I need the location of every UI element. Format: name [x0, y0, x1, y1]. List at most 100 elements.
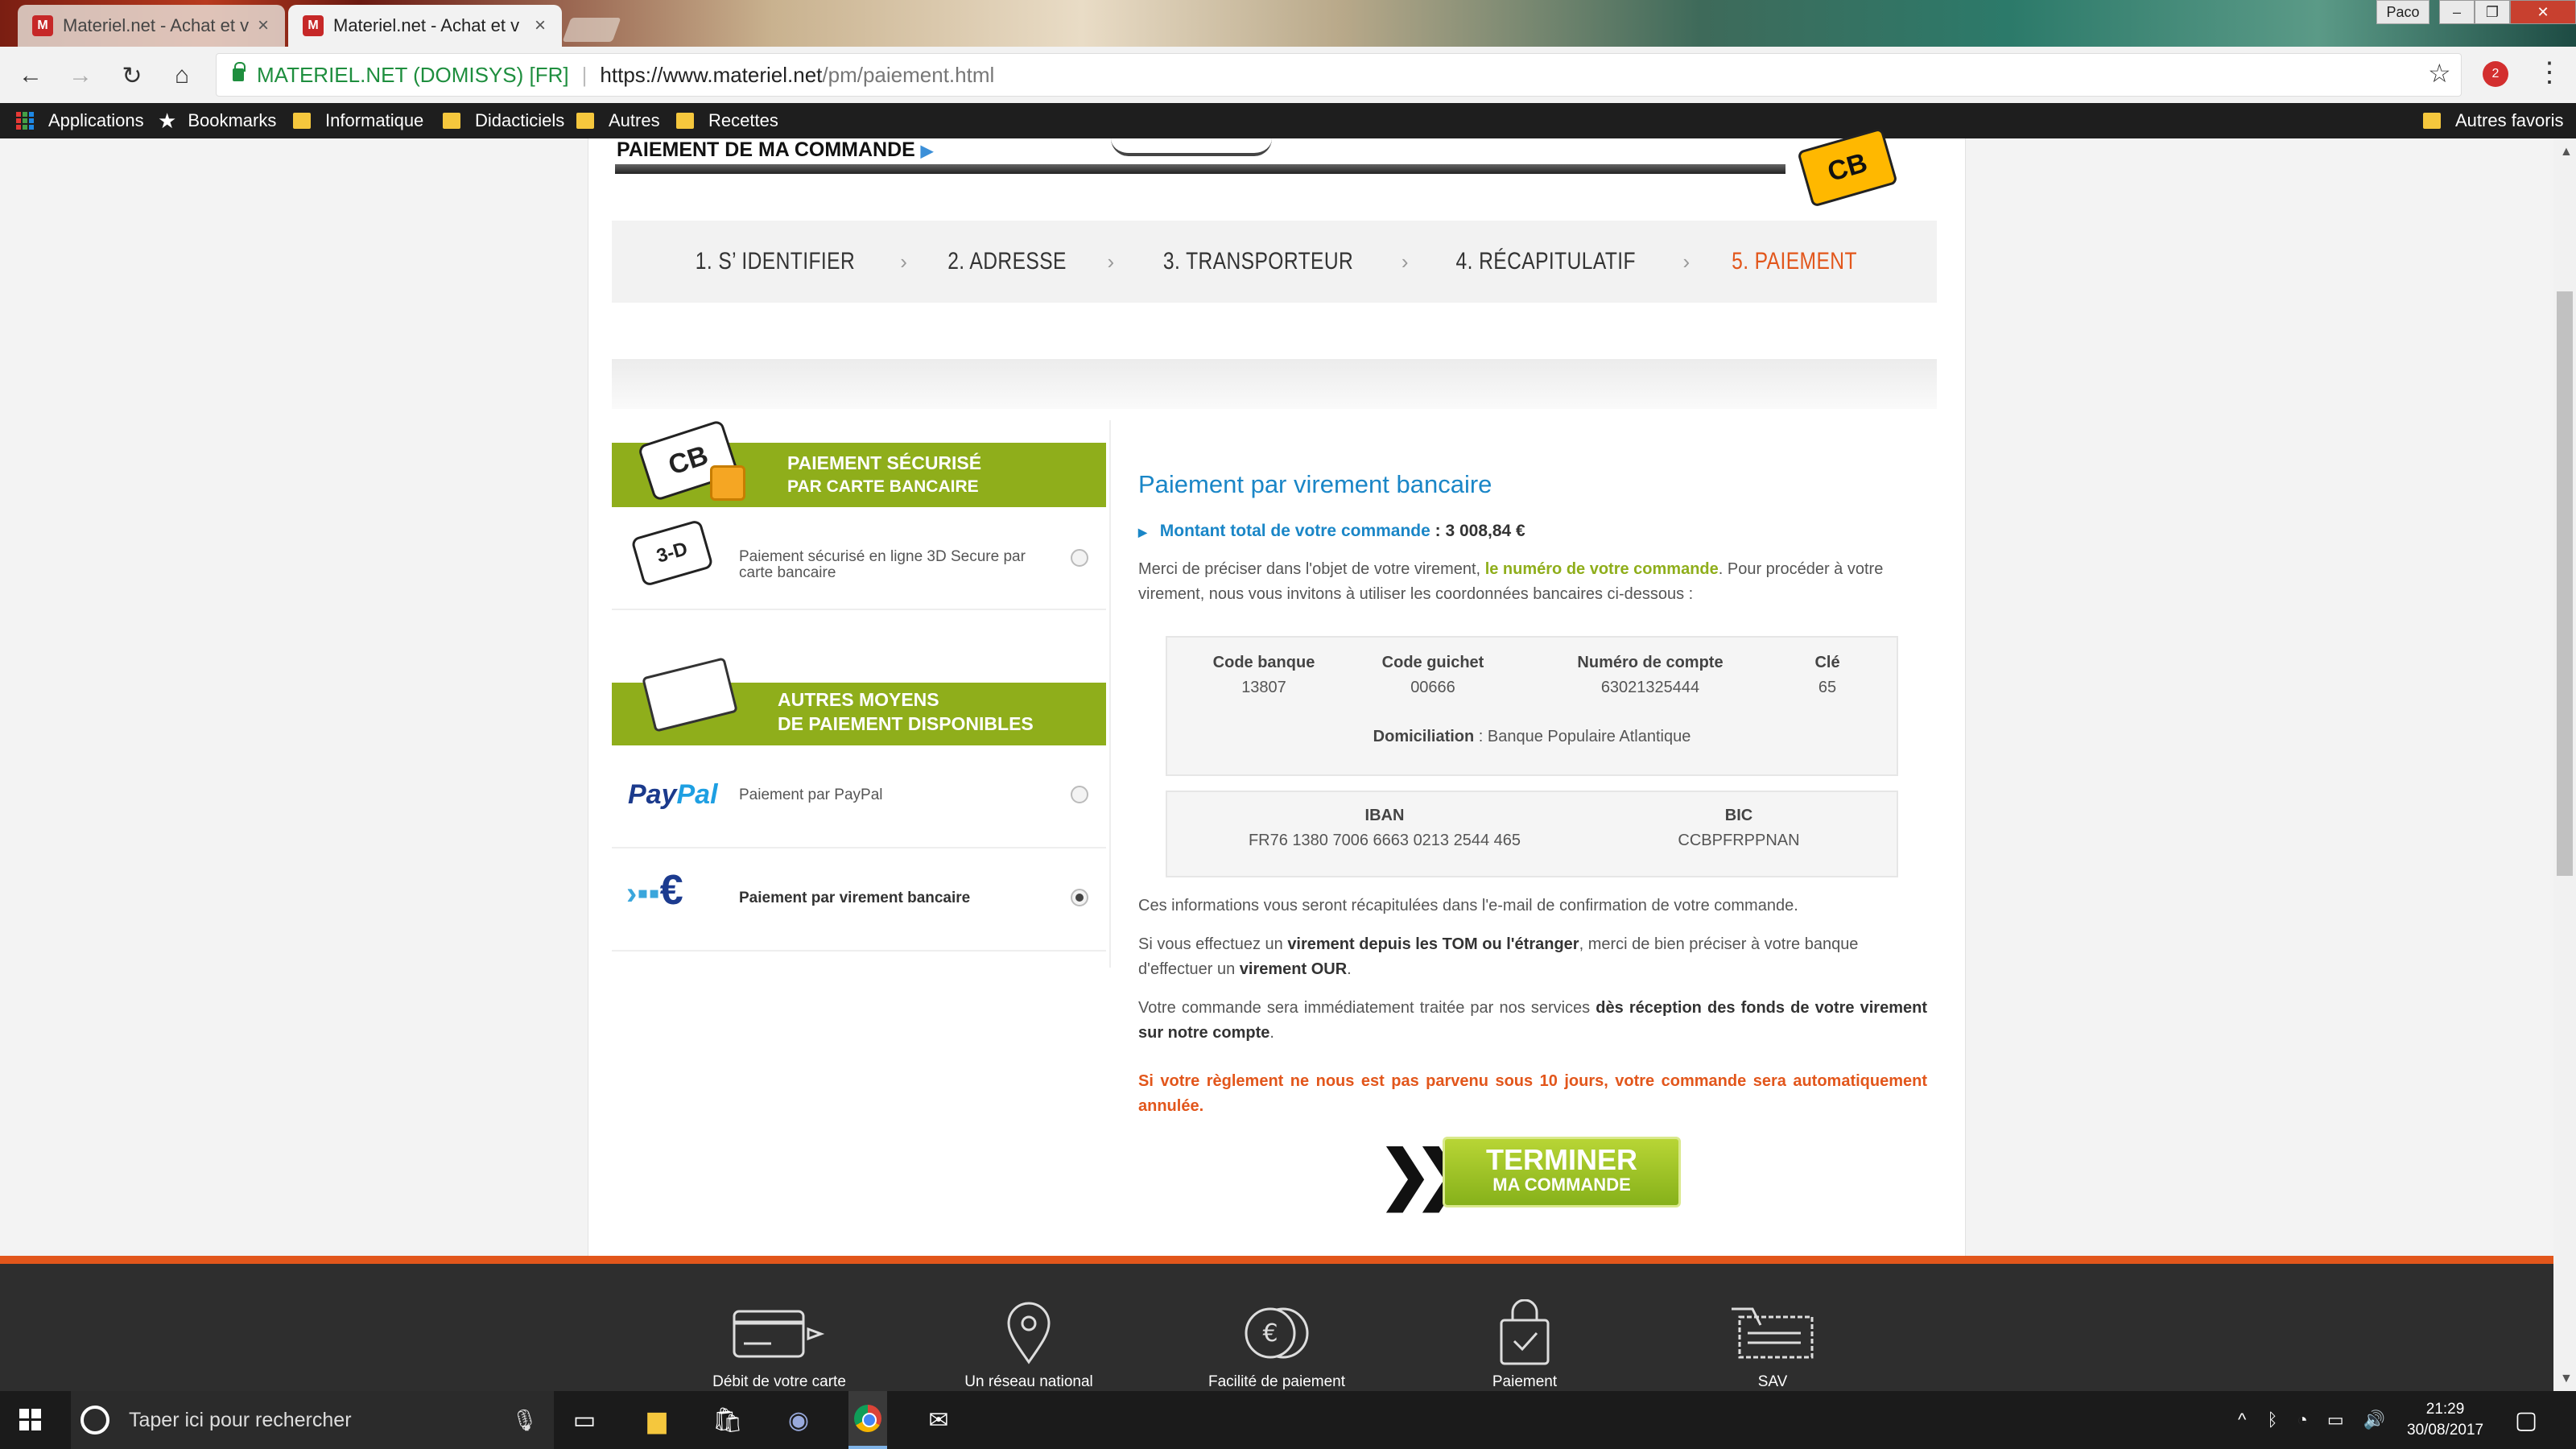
- bookmark-label: Didacticiels: [475, 110, 565, 130]
- volume-icon[interactable]: 🔊: [2363, 1410, 2385, 1430]
- task-view-icon[interactable]: ▭: [565, 1401, 604, 1439]
- transfer-option-label: Paiement par virement bancaire: [739, 890, 971, 906]
- restore-button[interactable]: ❐: [2475, 0, 2510, 24]
- back-icon[interactable]: ←: [13, 58, 48, 93]
- step-address[interactable]: 2. ADRESSE: [948, 248, 1067, 275]
- cell-value: 13807: [1241, 679, 1286, 696]
- chevron-up-icon[interactable]: ^: [2238, 1410, 2246, 1430]
- footer-label: SAV: [1757, 1373, 1788, 1390]
- bookmark-other-favorites[interactable]: Autres favoris: [2423, 103, 2564, 138]
- materiel-favicon-icon: M: [303, 15, 324, 36]
- star-icon: ★: [158, 108, 177, 133]
- triangle-right-icon: ▶: [1138, 526, 1147, 539]
- page-scrollbar[interactable]: ▲ ▼: [2553, 138, 2576, 1391]
- apps-grid-icon: [16, 112, 34, 130]
- page-footer: Débit de votre carte Un réseau national …: [0, 1256, 2553, 1391]
- bookmark-autres[interactable]: Autres: [576, 103, 660, 138]
- card-radio[interactable]: [1071, 549, 1088, 567]
- domiciliation-label: Domiciliation: [1373, 728, 1475, 745]
- note-bold: virement OUR: [1239, 960, 1348, 978]
- chrome-taskbar-icon[interactable]: [848, 1391, 887, 1449]
- bookmark-star-icon[interactable]: ☆: [2428, 58, 2451, 89]
- paypal-radio[interactable]: [1071, 786, 1088, 803]
- tab-title: Materiel.net - Achat et v: [63, 15, 250, 35]
- footer-item-card-debit[interactable]: Débit de votre carte: [675, 1301, 884, 1391]
- extension-icon[interactable]: 2: [2483, 61, 2508, 87]
- folder-icon: [2423, 113, 2441, 129]
- profile-button[interactable]: Paco: [2376, 0, 2429, 24]
- transfer-title: Paiement par virement bancaire: [1138, 470, 1492, 498]
- footer-item-payment[interactable]: Paiement: [1420, 1299, 1629, 1391]
- store-icon[interactable]: 🛍: [708, 1401, 747, 1439]
- taskbar-search[interactable]: Taper ici pour rechercher 🎙: [71, 1391, 554, 1449]
- coins-icon: €: [1172, 1301, 1381, 1365]
- footer-item-sav[interactable]: SAV: [1668, 1301, 1877, 1391]
- file-explorer-icon[interactable]: ▆: [638, 1401, 676, 1439]
- menu-icon[interactable]: ⋮: [2536, 56, 2563, 89]
- section-band: [612, 359, 1937, 409]
- bank-transfer-option[interactable]: ›▪▪€ Paiement par virement bancaire: [612, 848, 1106, 952]
- footer-item-network[interactable]: Un réseau national: [924, 1301, 1133, 1391]
- chevron-right-icon: ›: [900, 249, 908, 274]
- chrome-icon: [854, 1405, 881, 1432]
- iban-cell: IBAN FR76 1380 7006 6663 0213 2544 465: [1199, 807, 1570, 850]
- notifications-icon[interactable]: ▢: [2507, 1401, 2545, 1439]
- scroll-thumb[interactable]: [2557, 291, 2573, 876]
- bookmark-label: Bookmarks: [188, 110, 277, 130]
- url-host: https://www.materiel.net: [600, 62, 823, 87]
- footer-item-payment-facility[interactable]: € Facilité de paiement: [1172, 1301, 1381, 1391]
- total-label: Montant total de votre commande: [1159, 522, 1430, 540]
- scroll-up-icon[interactable]: ▲: [2560, 145, 2573, 159]
- windows-taskbar: Taper ici pour rechercher 🎙 ▭ ▆ 🛍 ◉ ✉ ^ …: [0, 1391, 2576, 1449]
- step-carrier[interactable]: 3. TRANSPORTEUR: [1163, 248, 1353, 275]
- scroll-down-icon[interactable]: ▼: [2560, 1372, 2573, 1386]
- forward-icon[interactable]: →: [63, 58, 98, 93]
- wifi-icon[interactable]: ◔: [2297, 1410, 2308, 1430]
- battery-icon[interactable]: ▭: [2327, 1410, 2344, 1430]
- card-payment-option[interactable]: 3-D Paiement sécurisé en ligne 3D Secure…: [612, 507, 1106, 610]
- close-icon[interactable]: ×: [258, 14, 269, 37]
- step-summary[interactable]: 4. RÉCAPITULATIF: [1456, 248, 1636, 275]
- address-bar[interactable]: MATERIEL.NET (DOMISYS) [FR] | https://ww…: [216, 53, 2462, 97]
- step-identify[interactable]: 1. S’ IDENTIFIER: [696, 248, 855, 275]
- banner-line: PAR CARTE BANCAIRE: [787, 477, 979, 496]
- bookmark-informatique[interactable]: Informatique: [293, 103, 423, 138]
- tab-inactive[interactable]: M Materiel.net - Achat et v ×: [18, 5, 285, 47]
- map-pin-icon: [924, 1301, 1133, 1365]
- page-title: PAIEMENT DE MA COMMANDE ▶: [617, 138, 933, 162]
- bluetooth-icon[interactable]: ᛒ: [2267, 1410, 2277, 1430]
- bookmark-recettes[interactable]: Recettes: [676, 103, 778, 138]
- taskbar-clock[interactable]: 21:29 30/08/2017: [2407, 1399, 2483, 1441]
- minimize-button[interactable]: –: [2439, 0, 2475, 24]
- bookmark-didacticiels[interactable]: Didacticiels: [443, 103, 564, 138]
- key-cell: Clé 65: [1779, 654, 1876, 697]
- windows-start-icon[interactable]: [19, 1409, 41, 1430]
- new-tab-button[interactable]: [562, 18, 621, 42]
- cell-value: 63021325444: [1600, 679, 1700, 696]
- transfer-radio[interactable]: [1071, 889, 1088, 906]
- close-icon[interactable]: ×: [535, 14, 546, 37]
- close-window-button[interactable]: ✕: [2510, 0, 2576, 24]
- paypal-option[interactable]: PayPal Paiement par PayPal: [612, 745, 1106, 848]
- home-icon[interactable]: ⌂: [164, 58, 200, 93]
- steam-icon[interactable]: ◉: [779, 1401, 818, 1439]
- folder-icon: [443, 113, 460, 129]
- checkout-steps: 1. S’ IDENTIFIER › 2. ADRESSE › 3. TRANS…: [612, 221, 1937, 303]
- iban-label: IBAN: [1364, 807, 1405, 824]
- bookmark-applications[interactable]: Applications: [16, 103, 144, 138]
- international-note: Si vous effectuez un virement depuis les…: [1138, 932, 1927, 982]
- secure-origin-label: MATERIEL.NET (DOMISYS) [FR]: [257, 62, 569, 87]
- bookmark-bookmarks[interactable]: ★ Bookmarks: [158, 103, 276, 138]
- finish-order-label: TERMINER MA COMMANDE: [1443, 1137, 1681, 1208]
- mail-icon[interactable]: ✉: [919, 1401, 958, 1439]
- microphone-icon[interactable]: 🎙: [511, 1408, 538, 1433]
- banner-line: PAIEMENT SÉCURISÉ: [787, 452, 982, 473]
- column-header: Code guichet: [1381, 654, 1484, 671]
- play-arrow-icon: ▶: [920, 142, 934, 160]
- cancellation-warning: Si votre règlement ne nous est pas parve…: [1138, 1072, 1927, 1115]
- tab-active[interactable]: M Materiel.net - Achat et v ×: [288, 5, 562, 47]
- order-total: ▶ Montant total de votre commande : 3 008…: [1138, 522, 1525, 541]
- finish-order-button[interactable]: ❯❯ TERMINER MA COMMANDE: [1378, 1135, 1684, 1211]
- bookmark-label: Autres favoris: [2455, 110, 2564, 130]
- reload-icon[interactable]: ↻: [114, 58, 150, 93]
